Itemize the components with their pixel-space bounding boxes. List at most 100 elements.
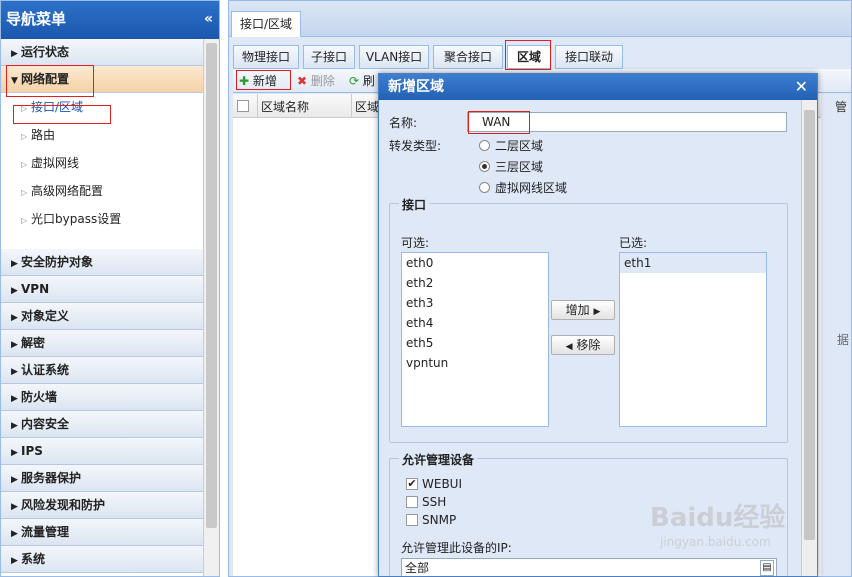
radio-virtual-wire[interactable] [479, 182, 490, 193]
sidebar-item-network-config[interactable]: ▼ 网络配置 [1, 66, 203, 93]
subtab-zone[interactable]: 区域 [507, 45, 551, 69]
radio-layer3-label: 三层区域 [495, 160, 544, 174]
subtab-physical[interactable]: 物理接口 [233, 45, 299, 69]
list-item[interactable]: eth3 [402, 293, 548, 313]
selected-label: 已选: [619, 236, 648, 250]
sidebar-item-bypass[interactable]: ▷ 光口bypass设置 [1, 205, 203, 233]
manage-ip-label: 允许管理此设备的IP: [401, 541, 512, 555]
grid-header-right: 管 [834, 100, 847, 114]
radio-layer3[interactable] [479, 161, 490, 172]
column-divider [257, 94, 258, 118]
list-item[interactable]: eth1 [620, 253, 766, 273]
list-item[interactable]: eth5 [402, 333, 548, 353]
subtab-sub-interface[interactable]: 子接口 [303, 45, 355, 69]
subtab-vlan[interactable]: VLAN接口 [359, 45, 429, 69]
sidebar-item-auth[interactable]: ▶ 认证系统 [1, 357, 203, 384]
manage-group-title: 允许管理设备 [399, 451, 478, 468]
sidebar-item-route[interactable]: ▷ 路由 [1, 121, 203, 149]
sidebar-title: 导航菜单 [6, 10, 67, 28]
chevron-right-icon: ▶ [11, 394, 18, 404]
list-item[interactable]: eth4 [402, 313, 548, 333]
name-label: 名称: [389, 116, 418, 130]
delete-button[interactable]: ✖ 删除 [297, 71, 335, 91]
snmp-label: SNMP [422, 513, 457, 527]
sidebar-item-firewall[interactable]: ▶ 防火墙 [1, 384, 203, 411]
subtab-aggregate[interactable]: 聚合接口 [433, 45, 503, 69]
add-interface-button[interactable]: 增加 ▶ [551, 300, 615, 320]
picker-icon[interactable]: ▤ [760, 560, 774, 576]
interface-group-title: 接口 [399, 196, 430, 213]
chevron-right-icon: ▷ [21, 188, 28, 197]
plus-icon: ✚ [239, 74, 250, 88]
dialog-scrollbar[interactable] [801, 100, 817, 576]
delete-icon: ✖ [297, 74, 308, 88]
chevron-right-icon: ▷ [21, 132, 28, 141]
manage-ip-input[interactable]: 全部 ▤ [401, 558, 777, 576]
scrollbar-thumb[interactable] [206, 43, 217, 528]
chevron-right-icon: ▶ [11, 313, 18, 323]
radio-layer2-label: 二层区域 [495, 139, 544, 153]
sidebar-item-content-security[interactable]: ▶ 内容安全 [1, 411, 203, 438]
tab-interface-zone[interactable]: 接口/区域 [231, 11, 302, 37]
scrollbar-thumb[interactable] [804, 110, 815, 540]
sidebar-item-server-protect[interactable]: ▶ 服务器保护 [1, 465, 203, 492]
snmp-checkbox[interactable] [406, 514, 418, 526]
sidebar-header: 导航菜单 « [1, 1, 219, 39]
nav-sidebar: 导航菜单 « ▶ 运行状态 ▼ 网络配置 ▷ 接口/区域 ▷ 路由 ▷ 虚拟网线 ▷ 高级网… [0, 0, 220, 577]
arrow-left-icon: ◀ [565, 342, 573, 352]
watermark-url: jingyan.baidu.com [660, 535, 771, 549]
chevron-right-icon: ▶ [11, 529, 18, 539]
sidebar-item-traffic[interactable]: ▶ 流量管理 [1, 519, 203, 546]
select-all-checkbox[interactable] [237, 100, 249, 112]
list-item[interactable]: vpntun [402, 353, 548, 373]
ssh-label: SSH [422, 495, 447, 509]
column-divider [351, 94, 352, 118]
sidebar-item-decrypt[interactable]: ▶ 解密 [1, 330, 203, 357]
refresh-button[interactable]: ⟳ 刷 [349, 71, 375, 91]
chevron-right-icon: ▶ [11, 367, 18, 377]
sidebar-item-system[interactable]: ▶ 系统 [1, 546, 203, 573]
chevron-right-icon: ▶ [11, 502, 18, 512]
chevron-right-icon: ▷ [21, 160, 28, 169]
available-list[interactable]: eth0 eth2 eth3 eth4 eth5 vpntun [401, 252, 549, 427]
list-item[interactable]: eth0 [402, 253, 548, 273]
add-button[interactable]: ✚ 新增 [239, 71, 277, 91]
sidebar-scrollbar[interactable] [203, 39, 219, 576]
sidebar-menu: ▶ 运行状态 ▼ 网络配置 ▷ 接口/区域 ▷ 路由 ▷ 虚拟网线 ▷ 高级网络配置 ▷ 光口… [1, 39, 203, 576]
sidebar-item-vpn[interactable]: ▶ VPN [1, 276, 203, 303]
column-zone[interactable]: 区域 [355, 98, 379, 115]
remove-interface-button[interactable]: ◀ 移除 [551, 335, 615, 355]
sidebar-item-virtual-wire[interactable]: ▷ 虚拟网线 [1, 149, 203, 177]
sidebar-item-advanced-network[interactable]: ▷ 高级网络配置 [1, 177, 203, 205]
chevron-right-icon: ▶ [11, 259, 18, 269]
ssh-checkbox[interactable] [406, 496, 418, 508]
close-icon[interactable]: ✕ [795, 74, 808, 100]
sidebar-item-status[interactable]: ▶ 运行状态 [1, 39, 203, 66]
arrow-right-icon: ▶ [593, 307, 601, 317]
radio-layer2[interactable] [479, 140, 490, 151]
chevron-right-icon: ▷ [21, 104, 28, 113]
chevron-right-icon: ▶ [11, 448, 18, 458]
sidebar-item-ips[interactable]: ▶ IPS [1, 438, 203, 465]
chevron-right-icon: ▶ [11, 421, 18, 431]
list-item[interactable]: eth2 [402, 273, 548, 293]
chevron-right-icon: ▶ [11, 340, 18, 350]
chevron-right-icon: ▶ [11, 49, 18, 59]
column-zone-name[interactable]: 区域名称 [261, 98, 309, 115]
dialog-header: 新增区域 ✕ [379, 74, 817, 100]
sidebar-item-interface-zone[interactable]: ▷ 接口/区域 [1, 93, 203, 121]
webui-checkbox[interactable]: ✔ [406, 478, 418, 490]
sidebar-item-risk[interactable]: ▶ 风险发现和防护 [1, 492, 203, 519]
chevron-right-icon: ▶ [11, 556, 18, 566]
sidebar-item-object-def[interactable]: ▶ 对象定义 [1, 303, 203, 330]
main-tabbar: 接口/区域 [229, 1, 851, 37]
radio-virtual-wire-label: 虚拟网线区域 [495, 181, 568, 195]
subtab-linkage[interactable]: 接口联动 [555, 45, 623, 69]
sidebar-item-protection-objects[interactable]: ▶ 安全防护对象 [1, 249, 203, 276]
name-input[interactable]: WAN [467, 112, 787, 132]
collapse-icon[interactable]: « [204, 1, 213, 37]
forward-type-label: 转发类型: [389, 139, 442, 153]
chevron-right-icon: ▶ [11, 286, 18, 296]
selected-list[interactable]: eth1 [619, 252, 767, 427]
